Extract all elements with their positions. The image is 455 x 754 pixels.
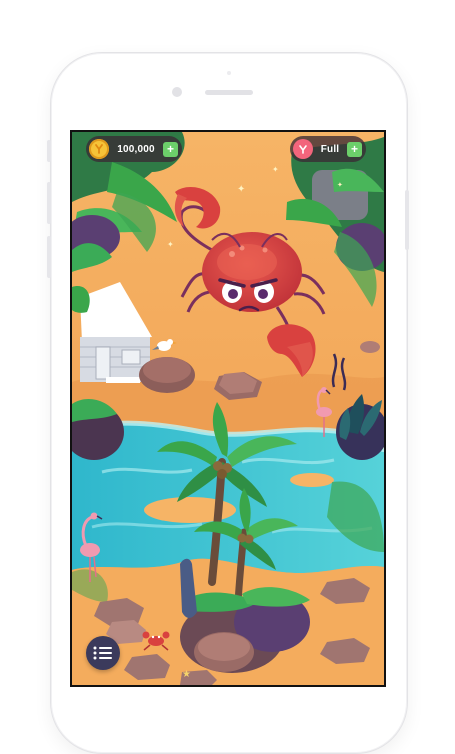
game-scene[interactable]: ✦ ✦ ✦ ✦ ★ xyxy=(72,132,384,685)
lives-counter: Full + xyxy=(290,136,366,162)
sparkle-icon: ✦ xyxy=(237,184,245,195)
starfish-icon: ★ xyxy=(182,669,191,680)
brown-boulder xyxy=(143,357,191,383)
sparkle-icon: ✦ xyxy=(167,240,174,249)
phone-power-button xyxy=(405,190,409,250)
sparkle-icon: ✦ xyxy=(337,181,343,189)
phone-volume-down xyxy=(47,236,51,278)
phone-sensor xyxy=(227,71,231,75)
menu-list-icon xyxy=(93,646,112,660)
heart-icon xyxy=(293,139,313,159)
menu-button[interactable] xyxy=(86,636,120,670)
sparkle-icon: ✦ xyxy=(272,165,279,174)
coin-icon xyxy=(89,139,109,159)
coin-count: 100,000 xyxy=(117,143,155,155)
earpiece-speaker xyxy=(205,90,253,95)
sandbar xyxy=(290,473,334,487)
game-screen: ✦ ✦ ✦ ✦ ★ 100,000 + Full + xyxy=(70,130,386,687)
add-lives-button[interactable]: + xyxy=(347,141,362,157)
stepping-stone xyxy=(360,341,380,353)
lives-status: Full xyxy=(320,143,340,155)
phone-volume-up xyxy=(47,182,51,224)
phone-mute-switch xyxy=(47,140,51,162)
coin-counter: 100,000 + xyxy=(86,136,182,162)
brown-boulder xyxy=(198,633,250,661)
front-camera xyxy=(172,87,182,97)
add-coins-button[interactable]: + xyxy=(163,141,178,157)
